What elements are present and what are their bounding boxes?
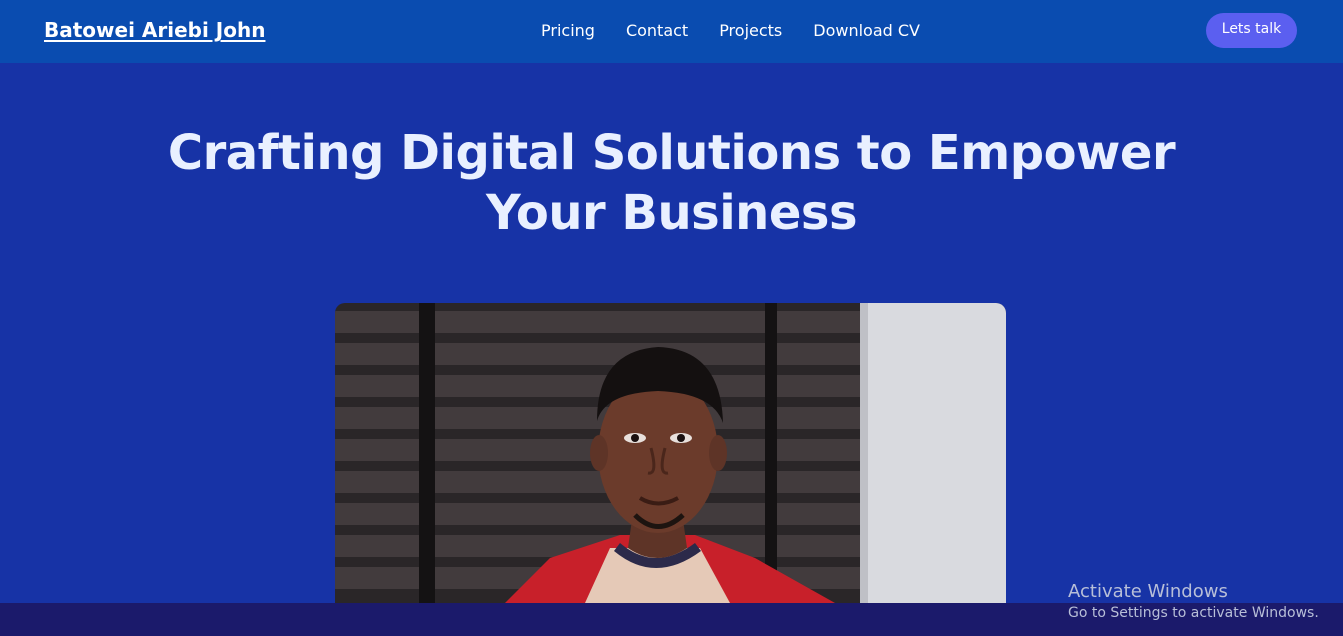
navbar: Batowei Ariebi John Pricing Contact Proj… — [0, 0, 1343, 63]
activate-windows-subtitle: Go to Settings to activate Windows. — [1068, 605, 1319, 621]
activate-windows-title: Activate Windows — [1068, 581, 1228, 602]
nav-link-projects[interactable]: Projects — [719, 21, 782, 40]
nav-links: Pricing Contact Projects Download CV — [541, 21, 951, 40]
portrait-photo — [335, 303, 1006, 603]
nav-link-pricing[interactable]: Pricing — [541, 21, 595, 40]
lets-talk-button[interactable]: Lets talk — [1206, 13, 1297, 48]
hero-title: Crafting Digital Solutions to Empower Yo… — [167, 125, 1176, 241]
activate-windows-watermark: Activate Windows Go to Settings to activ… — [1068, 581, 1319, 623]
brand-link[interactable]: Batowei Ariebi John — [44, 18, 265, 42]
nav-link-download-cv[interactable]: Download CV — [813, 21, 920, 40]
nav-link-contact[interactable]: Contact — [626, 21, 688, 40]
hero-section: Crafting Digital Solutions to Empower Yo… — [0, 63, 1343, 603]
